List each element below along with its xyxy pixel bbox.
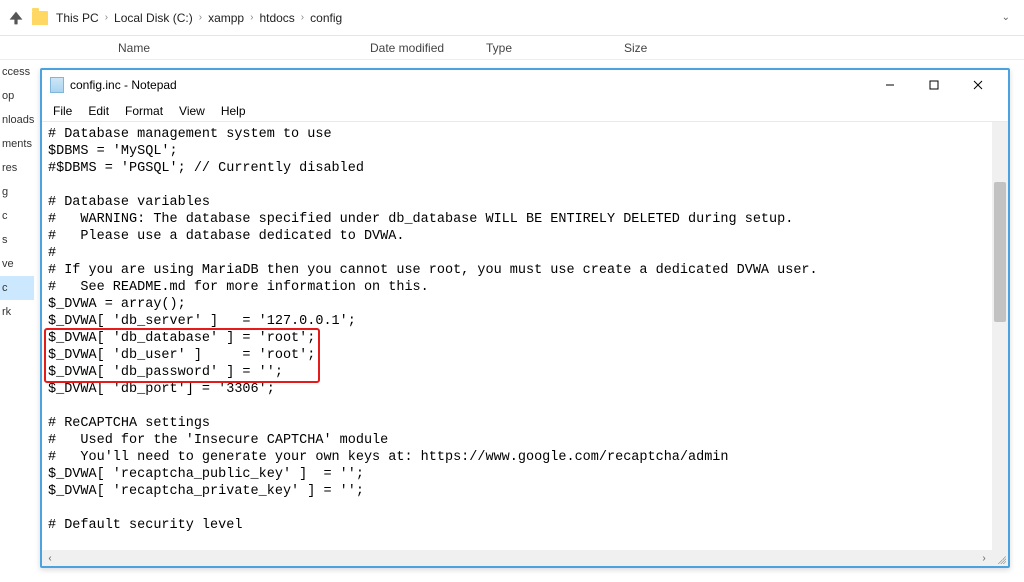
menu-bar: File Edit Format View Help bbox=[42, 100, 1008, 122]
sidebar-item[interactable]: ments bbox=[0, 132, 34, 156]
column-header-date[interactable]: Date modified bbox=[362, 41, 478, 55]
breadcrumb[interactable]: This PC › Local Disk (C:) › xampp › htdocs › con… bbox=[56, 11, 342, 25]
menu-help[interactable]: Help bbox=[214, 102, 253, 120]
sidebar-item[interactable]: rk bbox=[0, 300, 34, 324]
column-header-name[interactable]: Name bbox=[110, 41, 362, 55]
scroll-right-button[interactable]: › bbox=[976, 550, 992, 566]
chevron-right-icon: › bbox=[199, 12, 202, 23]
menu-view[interactable]: View bbox=[172, 102, 212, 120]
breadcrumb-segment[interactable]: Local Disk (C:) bbox=[114, 11, 193, 25]
window-title: config.inc - Notepad bbox=[70, 78, 177, 92]
resize-grip[interactable] bbox=[992, 550, 1008, 566]
sidebar-item[interactable]: c bbox=[0, 276, 34, 300]
scroll-left-button[interactable]: ‹ bbox=[42, 550, 58, 566]
breadcrumb-segment[interactable]: htdocs bbox=[259, 11, 294, 25]
text-editor[interactable]: # Database management system to use $DBM… bbox=[42, 122, 992, 550]
sidebar-item[interactable]: c bbox=[0, 204, 34, 228]
sidebar-item[interactable]: g bbox=[0, 180, 34, 204]
sidebar-item[interactable]: ve bbox=[0, 252, 34, 276]
sidebar-item[interactable]: res bbox=[0, 156, 34, 180]
horizontal-scrollbar[interactable]: ‹ › bbox=[42, 550, 992, 566]
close-button[interactable] bbox=[956, 71, 1000, 99]
chevron-right-icon: › bbox=[301, 12, 304, 23]
address-bar: This PC › Local Disk (C:) › xampp › htdocs › con… bbox=[0, 0, 1024, 36]
breadcrumb-segment[interactable]: config bbox=[310, 11, 342, 25]
breadcrumb-segment[interactable]: xampp bbox=[208, 11, 244, 25]
vertical-scrollbar[interactable] bbox=[992, 122, 1008, 550]
sidebar-item[interactable]: s bbox=[0, 228, 34, 252]
folder-icon bbox=[32, 11, 48, 25]
address-dropdown-button[interactable]: ⌄ bbox=[1002, 12, 1016, 23]
sidebar-item[interactable]: ccess bbox=[0, 60, 34, 84]
maximize-button[interactable] bbox=[912, 71, 956, 99]
chevron-right-icon: › bbox=[105, 12, 108, 23]
minimize-button[interactable] bbox=[868, 71, 912, 99]
editor-area: # Database management system to use $DBM… bbox=[42, 122, 1008, 566]
sidebar-item[interactable]: op bbox=[0, 84, 34, 108]
chevron-right-icon: › bbox=[250, 12, 253, 23]
sidebar-item[interactable]: nloads bbox=[0, 108, 34, 132]
menu-format[interactable]: Format bbox=[118, 102, 170, 120]
breadcrumb-segment[interactable]: This PC bbox=[56, 11, 99, 25]
title-bar[interactable]: config.inc - Notepad bbox=[42, 70, 1008, 100]
column-header-size[interactable]: Size bbox=[616, 41, 736, 55]
vertical-scroll-thumb[interactable] bbox=[994, 182, 1006, 322]
column-header-type[interactable]: Type bbox=[478, 41, 616, 55]
menu-file[interactable]: File bbox=[46, 102, 79, 120]
notepad-window: config.inc - Notepad File Edit Format Vi… bbox=[40, 68, 1010, 568]
explorer-sidebar: ccessopnloadsmentsresgcsvecrk bbox=[0, 60, 34, 582]
menu-edit[interactable]: Edit bbox=[81, 102, 116, 120]
notepad-icon bbox=[50, 77, 64, 93]
column-headers: Name Date modified Type Size bbox=[0, 36, 1024, 60]
up-one-level-button[interactable] bbox=[8, 10, 24, 26]
